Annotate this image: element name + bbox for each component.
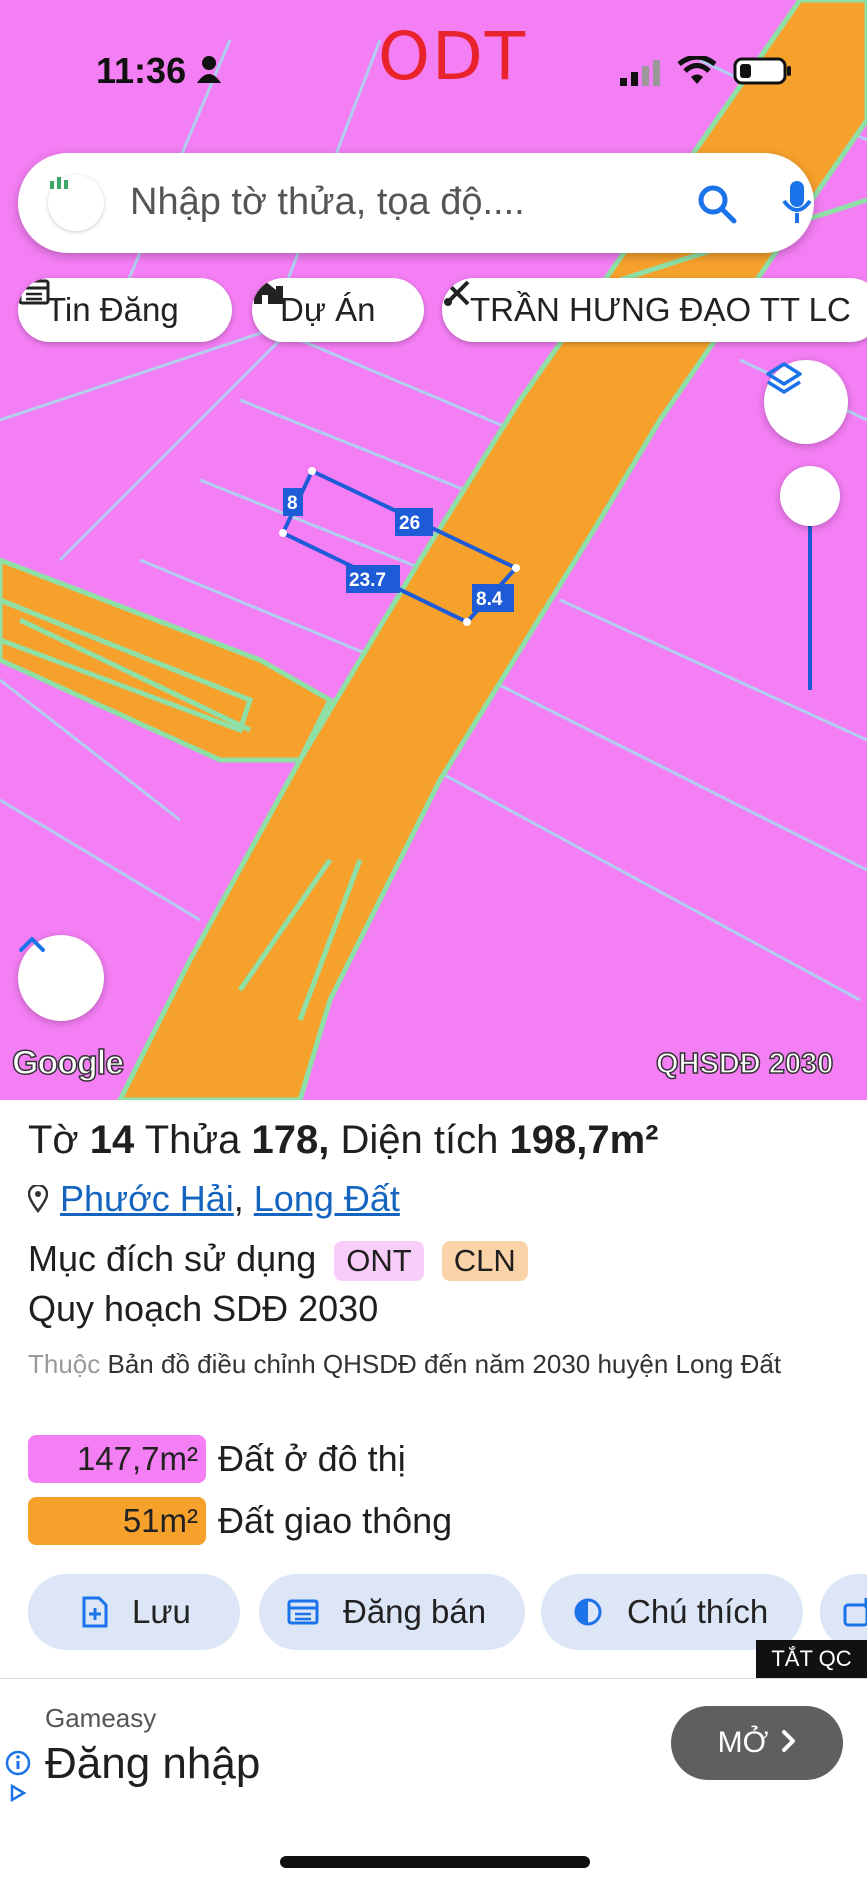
legend-label: Chú thích: [627, 1593, 769, 1630]
ad-info-icon[interactable]: [5, 1750, 31, 1781]
purpose-tag[interactable]: ONT: [334, 1241, 424, 1282]
layer-name-label: QHSDĐ 2030: [655, 1047, 834, 1081]
add-photo-icon: [842, 1597, 867, 1627]
save-button[interactable]: Lưu: [28, 1574, 240, 1650]
area-value: 51m²: [28, 1497, 206, 1545]
post-for-sale-button[interactable]: Đăng bán: [259, 1574, 525, 1650]
land-use-purpose: Mục đích sử dụng ONT CLN: [28, 1238, 528, 1282]
ad-open-button[interactable]: MỞ: [671, 1706, 843, 1780]
chip-label: TRẦN HƯNG ĐẠO TT LC: [470, 291, 851, 328]
parcel-edge-label: 23.7: [349, 570, 386, 591]
expand-panel-button[interactable]: [18, 935, 104, 1021]
parcel-area: 198,7m²: [509, 1118, 659, 1162]
plot-label: Thửa: [144, 1118, 241, 1162]
parcel-edge-label: 8: [287, 493, 298, 514]
area-row: 51m² Đất giao thông: [28, 1497, 452, 1545]
chip-label: Dự Án: [280, 291, 376, 328]
area-value: 147,7m²: [28, 1435, 206, 1483]
purpose-label: Mục đích sử dụng: [28, 1238, 317, 1279]
parcel-edge-label: 8.4: [476, 589, 503, 610]
ad-choices-icon: [8, 1783, 28, 1808]
parcel-location: Phước Hải, Long Đất: [27, 1178, 400, 1222]
area-label: Diện tích: [340, 1118, 499, 1162]
location-pin-icon: [27, 1180, 49, 1222]
chip-listings[interactable]: Tin Đăng: [18, 278, 232, 342]
area-row: 147,7m² Đất ở đô thị: [28, 1435, 406, 1483]
listing-icon: [287, 1598, 319, 1626]
search-bar[interactable]: Nhập tờ thửa, tọa độ....: [18, 153, 814, 253]
map-view[interactable]: 8 26 23.7 8.4 ODT 11:36 Nhập tờ thửa, tọ…: [0, 0, 867, 1100]
parcel-edge-label: 26: [399, 513, 420, 534]
area-type: Đất giao thông: [218, 1500, 453, 1541]
belongs-prefix: Thuộc: [28, 1349, 101, 1379]
chip-label: Tin Đăng: [46, 291, 179, 328]
chip-street[interactable]: TRẦN HƯNG ĐẠO TT LC: [442, 278, 867, 342]
home-indicator[interactable]: [280, 1856, 590, 1868]
save-label: Lưu: [132, 1593, 191, 1630]
google-attribution: Google: [11, 1043, 125, 1083]
purpose-tag[interactable]: CLN: [441, 1241, 528, 1282]
ward-link[interactable]: Phước Hải: [60, 1178, 234, 1219]
district-link[interactable]: Long Đất: [254, 1178, 400, 1219]
contrast-icon: [573, 1597, 603, 1627]
search-input[interactable]: Nhập tờ thửa, tọa độ....: [130, 181, 525, 224]
parcel-title: Tờ 14 Thửa 178, Diện tích 198,7m²: [28, 1118, 658, 1163]
save-file-icon: [82, 1596, 108, 1628]
area-type: Đất ở đô thị: [218, 1438, 406, 1479]
layers-button[interactable]: [764, 360, 848, 444]
status-time: 11:36: [96, 50, 187, 91]
plan-source: Thuộc Bản đồ điều chỉnh QHSDĐ đến năm 20…: [28, 1344, 858, 1384]
belongs-text: Bản đồ điều chỉnh QHSDĐ đến năm 2030 huy…: [107, 1349, 782, 1379]
legend-button[interactable]: Chú thích: [541, 1574, 803, 1650]
app-logo-icon: [48, 175, 104, 231]
sheet-label: Tờ: [28, 1118, 79, 1162]
close-ad-button[interactable]: TẮT QC: [756, 1640, 867, 1678]
post-label: Đăng bán: [343, 1593, 487, 1630]
ad-brand: Gameasy: [45, 1703, 157, 1733]
opacity-slider-handle[interactable]: [780, 466, 840, 526]
chevron-right-icon: [782, 1726, 796, 1760]
chip-projects[interactable]: Dự Án: [252, 278, 424, 342]
sheet-number: 14: [89, 1118, 135, 1162]
ad-open-label: MỞ: [717, 1726, 769, 1759]
ad-title: Đăng nhập: [45, 1739, 261, 1788]
zone-label: ODT: [378, 18, 528, 95]
plan-title: Quy hoạch SDĐ 2030: [28, 1288, 379, 1329]
plot-number: 178,: [251, 1118, 330, 1162]
